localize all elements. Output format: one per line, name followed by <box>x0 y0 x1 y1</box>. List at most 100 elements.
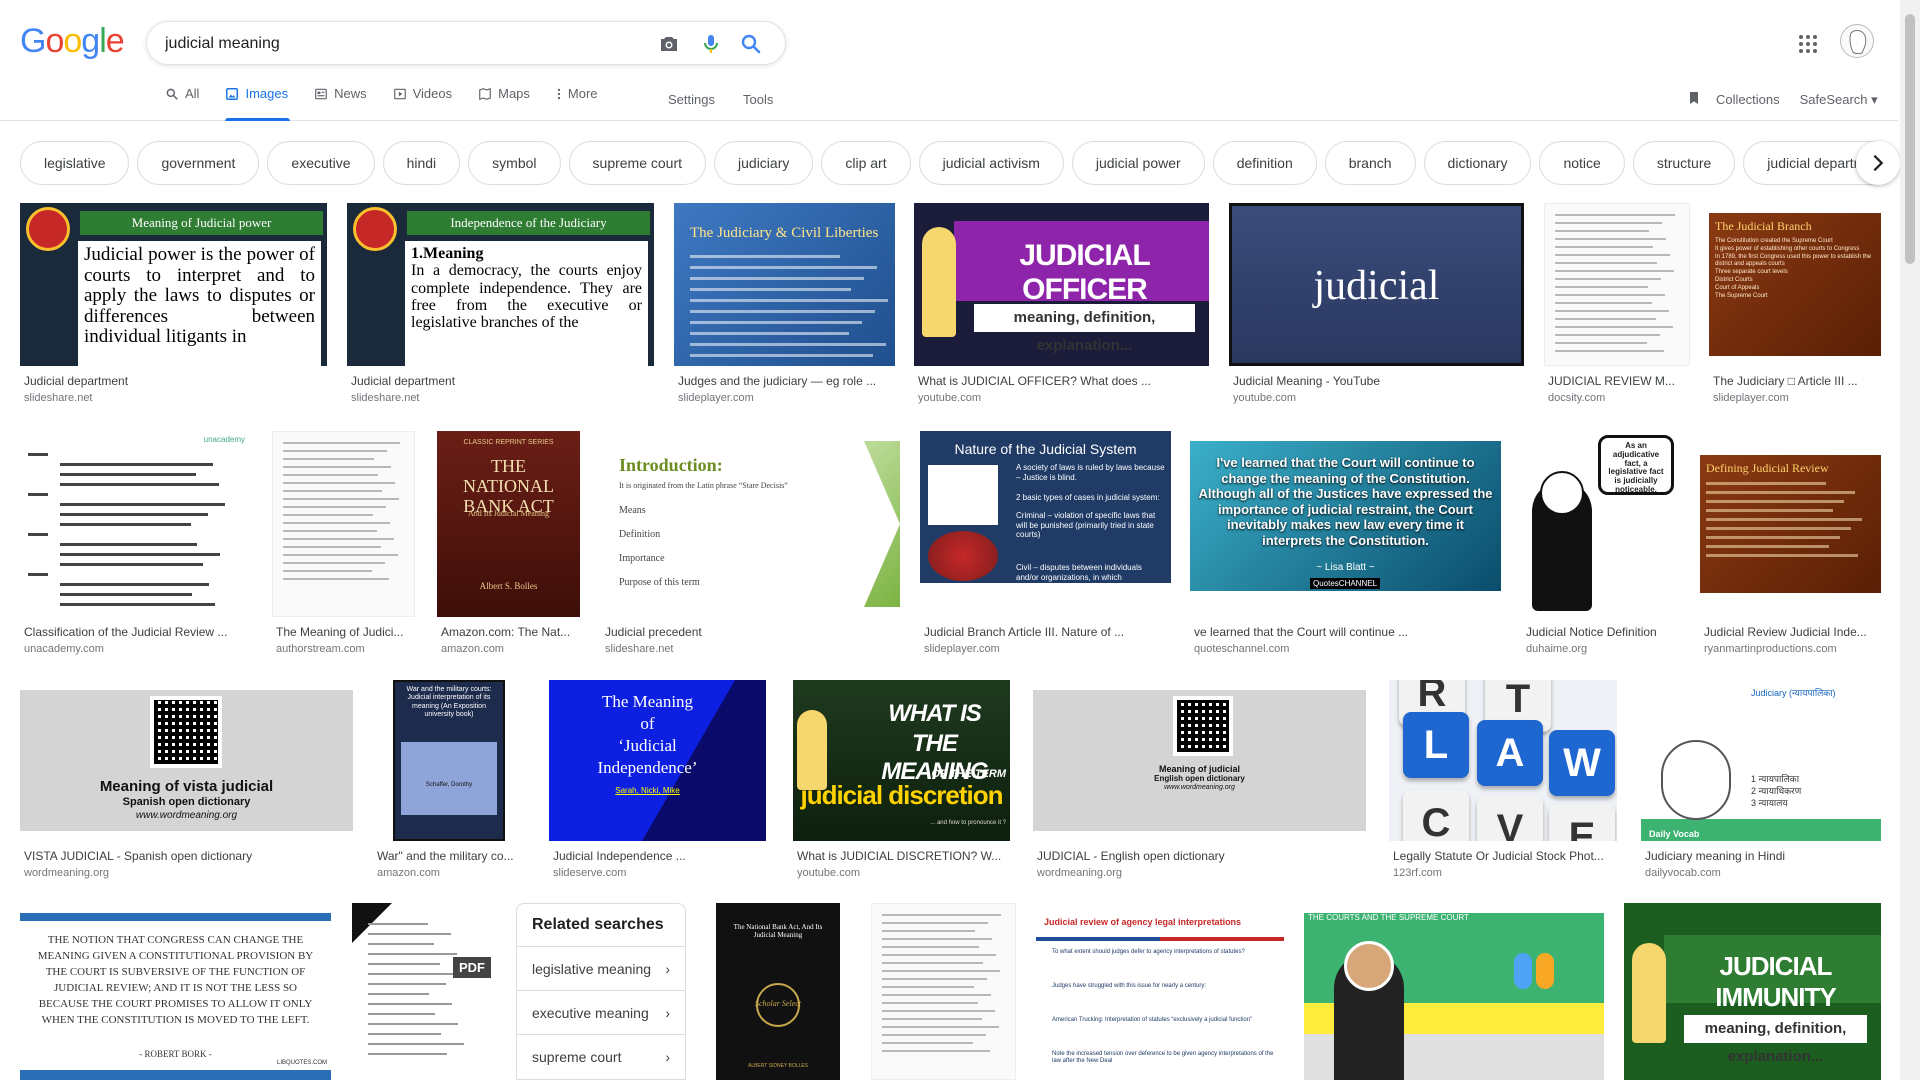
microphone-icon[interactable] <box>699 32 723 56</box>
result-source[interactable]: amazon.com <box>441 643 578 655</box>
chip-clip-art[interactable]: clip art <box>821 141 911 185</box>
image-result[interactable]: As an adjudicative fact, a legislative f… <box>1522 431 1679 662</box>
result-thumbnail[interactable]: Meaning of Judicial power Judicial power … <box>20 203 327 366</box>
chip-symbol[interactable]: symbol <box>468 141 561 185</box>
result-source[interactable]: ryanmartinproductions.com <box>1704 643 1879 655</box>
image-result[interactable]: The Judiciary & Civil Liberties Judges an… <box>674 203 895 411</box>
chip-executive[interactable]: executive <box>267 141 375 185</box>
tab-all[interactable]: All <box>165 86 199 121</box>
result-title[interactable]: Classification of the Judicial Review ..… <box>24 625 249 639</box>
image-result[interactable]: Nature of the Judicial System A society o… <box>920 431 1171 662</box>
result-thumbnail[interactable]: judicial <box>1229 203 1524 366</box>
result-thumbnail[interactable]: Introduction: It is originated from the L… <box>601 441 900 607</box>
image-result[interactable]: WHAT IS THE MEANING OF THE TERM judicial di… <box>793 680 1010 886</box>
result-title[interactable]: Judicial department <box>351 374 652 388</box>
result-thumbnail[interactable]: JUDICIAL OFFICER meaning, definition, exp… <box>914 203 1209 366</box>
image-result[interactable]: Independence of the Judiciary 1.Meaning In… <box>347 203 654 411</box>
result-source[interactable]: wordmeaning.org <box>1037 867 1364 879</box>
result-title[interactable]: Judicial Review Judicial Inde... <box>1704 625 1879 639</box>
related-search-item[interactable]: legislative meaning › <box>517 946 685 990</box>
search-icon[interactable] <box>739 32 763 56</box>
image-result[interactable]: Meaning of vista judicial Spanish open di… <box>20 680 353 886</box>
result-source[interactable]: slideserve.com <box>553 867 764 879</box>
apps-grid-icon[interactable] <box>1796 32 1820 56</box>
image-result[interactable]: War and the military courts: Judicial in… <box>373 680 525 886</box>
result-source[interactable]: slideplayer.com <box>924 643 1169 655</box>
image-result[interactable]: CLASSIC REPRINT SERIES THE NATIONAL BANK … <box>437 431 580 662</box>
result-thumbnail[interactable]: The National Bank Act, And Its Judicial … <box>716 903 840 1080</box>
result-thumbnail[interactable]: Meaning of vista judicial Spanish open di… <box>20 690 353 831</box>
image-result[interactable]: R T L A W C V E Legally Statute Or Judicial Stoc… <box>1389 680 1617 886</box>
chip-judiciary[interactable]: judiciary <box>714 141 814 185</box>
result-title[interactable]: Judiciary meaning in Hindi <box>1645 849 1879 863</box>
result-source[interactable]: docsity.com <box>1548 392 1688 404</box>
chip-definition[interactable]: definition <box>1212 141 1317 185</box>
result-title[interactable]: Legally Statute Or Judicial Stock Phot..… <box>1393 849 1615 863</box>
tab-more[interactable]: More <box>556 86 598 121</box>
chip-structure[interactable]: structure <box>1632 141 1736 185</box>
result-thumbnail[interactable]: Defining Judicial Review <box>1700 431 1881 617</box>
collections-icon[interactable] <box>1686 90 1702 109</box>
image-result[interactable]: judicial Judicial Meaning - YouTube youtub… <box>1229 203 1524 411</box>
result-source[interactable]: slideplayer.com <box>678 392 893 404</box>
image-result[interactable]: THE NOTION THAT CONGRESS CAN CHANGE THE … <box>20 903 331 1080</box>
image-result[interactable]: Meaning of judicial English open dictiona… <box>1033 680 1366 886</box>
result-thumbnail[interactable]: As an adjudicative fact, a legislative f… <box>1522 431 1679 617</box>
result-source[interactable]: 123rf.com <box>1393 867 1615 879</box>
result-title[interactable]: Judicial Meaning - YouTube <box>1233 374 1522 388</box>
image-result[interactable]: I've learned that the Court will continu… <box>1190 431 1501 662</box>
result-thumbnail[interactable]: CLASSIC REPRINT SERIES THE NATIONAL BANK … <box>437 431 580 617</box>
result-source[interactable]: youtube.com <box>918 392 1207 404</box>
image-result[interactable]: JUDICIAL IMMUNITY meaning, definition, ex… <box>1624 903 1881 1080</box>
search-input[interactable] <box>165 33 645 55</box>
result-title[interactable]: VISTA JUDICIAL - Spanish open dictionary <box>24 849 351 863</box>
result-thumbnail[interactable]: War and the military courts: Judicial in… <box>373 680 525 841</box>
result-source[interactable]: authorstream.com <box>276 643 413 655</box>
result-title[interactable]: Judicial Branch Article III. Nature of .… <box>924 625 1169 639</box>
image-result[interactable]: Introduction: It is originated from the L… <box>601 431 900 662</box>
result-thumbnail[interactable]: The Judicial Branch The Constitution crea… <box>1709 203 1881 366</box>
result-source[interactable]: unacademy.com <box>24 643 249 655</box>
result-title[interactable]: War" and the military co... <box>377 849 523 863</box>
result-source[interactable]: youtube.com <box>1233 392 1522 404</box>
result-thumbnail[interactable]: unacademy <box>20 431 251 617</box>
image-result[interactable]: unacademy Classification of the Judicial … <box>20 431 251 662</box>
image-result[interactable]: Judiciary (न्यायपालिका) 1 न्यायपालिका 2 न्… <box>1641 680 1881 886</box>
scrollbar[interactable] <box>1900 0 1920 1080</box>
result-thumbnail[interactable]: Independence of the Judiciary 1.Meaning In… <box>347 203 654 366</box>
result-title[interactable]: Judges and the judiciary — eg role ... <box>678 374 893 388</box>
result-source[interactable]: duhaime.org <box>1526 643 1677 655</box>
result-source[interactable]: slideplayer.com <box>1713 392 1879 404</box>
result-title[interactable]: Judicial department <box>24 374 325 388</box>
result-title[interactable]: What is JUDICIAL DISCRETION? W... <box>797 849 1008 863</box>
result-thumbnail[interactable]: THE NOTION THAT CONGRESS CAN CHANGE THE … <box>20 913 331 1080</box>
collections-link[interactable]: Collections <box>1716 92 1780 107</box>
result-thumbnail[interactable]: Nature of the Judicial System A society o… <box>920 431 1171 583</box>
result-thumbnail[interactable]: The Judiciary & Civil Liberties <box>674 203 895 366</box>
image-result[interactable]: The Judicial Branch The Constitution crea… <box>1709 203 1881 411</box>
settings-link[interactable]: Settings <box>668 92 715 107</box>
image-result[interactable]: THE COURTS AND THE SUPREME COURT <box>1304 903 1604 1080</box>
chip-dictionary[interactable]: dictionary <box>1423 141 1532 185</box>
result-title[interactable]: The Judiciary □ Article III ... <box>1713 374 1879 388</box>
related-search-item[interactable]: executive meaning › <box>517 990 685 1034</box>
image-result[interactable]: Meaning of Judicial power Judicial power … <box>20 203 327 411</box>
result-thumbnail[interactable]: PDF <box>352 903 495 1080</box>
result-thumbnail[interactable]: Judicial review of agency legal interpre… <box>1036 903 1284 1080</box>
chip-judicial-activism[interactable]: judicial activism <box>918 141 1064 185</box>
scrollbar-thumb[interactable] <box>1905 14 1915 264</box>
image-result[interactable]: The Meaning of ‘Judicial Independence’ Sarah… <box>549 680 766 886</box>
tab-maps[interactable]: Maps <box>478 86 530 121</box>
result-thumbnail[interactable]: Meaning of judicial English open dictiona… <box>1033 690 1366 831</box>
result-thumbnail[interactable]: JUDICIAL IMMUNITY meaning, definition, ex… <box>1624 903 1881 1080</box>
result-thumbnail[interactable]: WHAT IS THE MEANING OF THE TERM judicial di… <box>793 680 1010 841</box>
chips-next-button[interactable] <box>1856 141 1900 185</box>
image-result[interactable]: JUDICIAL REVIEW M... docsity.com <box>1544 203 1690 411</box>
result-source[interactable]: slideshare.net <box>351 392 652 404</box>
result-thumbnail[interactable]: I've learned that the Court will continu… <box>1190 441 1501 591</box>
result-thumbnail[interactable]: The Meaning of ‘Judicial Independence’ Sarah… <box>549 680 766 841</box>
result-source[interactable]: dailyvocab.com <box>1645 867 1879 879</box>
result-thumbnail[interactable]: RTLAWCVE <box>1389 680 1617 841</box>
result-source[interactable]: quoteschannel.com <box>1194 643 1499 655</box>
avatar[interactable] <box>1840 24 1874 58</box>
